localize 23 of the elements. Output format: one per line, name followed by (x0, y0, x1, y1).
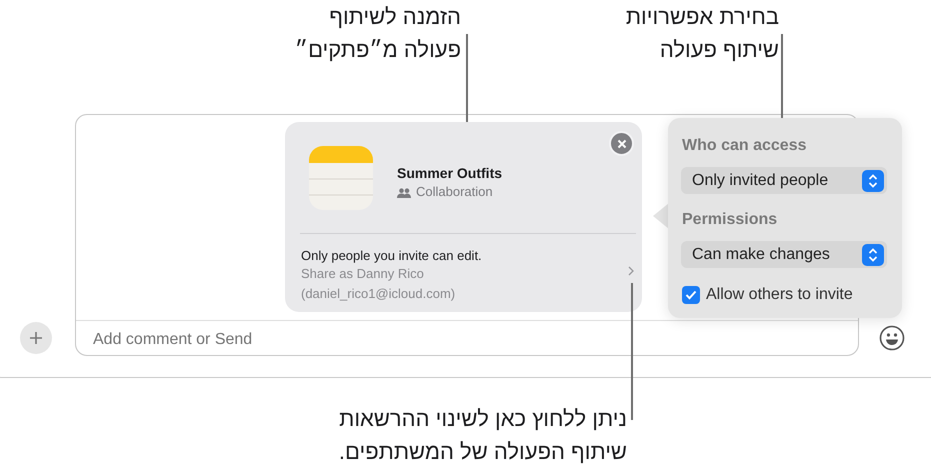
permissions-label: Permissions (682, 210, 778, 230)
comment-field[interactable]: Add comment or Send (93, 328, 593, 352)
note-title: Summer Outfits (397, 164, 502, 183)
callout-text: הזמנה לשיתוף פעולה מ״פתקים״ (294, 3, 461, 64)
access-label: Who can access (682, 136, 806, 156)
plus-icon (29, 331, 43, 345)
callout-text: ניתן ללחוץ כאן לשינוי ההרשאות שיתוף הפעולה של המשתתפים. (338, 405, 627, 466)
collaboration-label: Collaboration (416, 183, 493, 201)
chevron-icon[interactable] (628, 266, 634, 276)
checkbox[interactable] (682, 286, 700, 304)
permissions-select[interactable]: Can make changes (681, 241, 887, 268)
close-button[interactable] (609, 131, 634, 156)
stepper-icon (862, 170, 884, 192)
checkmark-icon (685, 290, 697, 300)
email-address: (daniel_rico1@icloud.com) (301, 285, 456, 303)
stepper-icon (862, 244, 884, 266)
access-select[interactable]: Only invited people (681, 167, 887, 194)
close-icon (616, 138, 626, 148)
callout-text: בחירת אפשרויות שיתוף פעולה (626, 3, 779, 64)
checkbox-label: Allow others to invite (706, 285, 853, 305)
emoji-icon[interactable] (879, 325, 905, 351)
permission-note: Only people you invite can edit. (301, 247, 482, 265)
notes-app-icon (308, 145, 374, 211)
